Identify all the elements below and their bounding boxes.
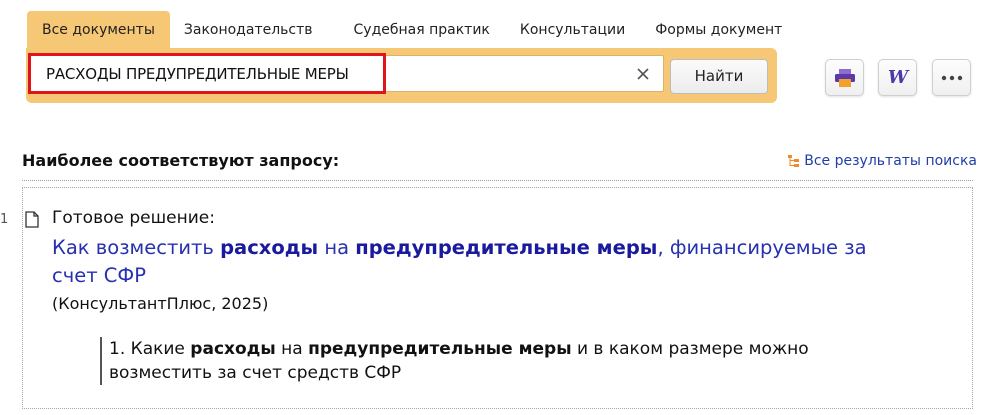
all-results-link[interactable]: Все результаты поиска [787,153,977,169]
search-input[interactable]: РАСХОДЫ ПРЕДУПРЕДИТЕЛЬНЫЕ МЕРЫ [46,56,626,93]
more-icon [941,75,962,80]
search-box[interactable]: РАСХОДЫ ПРЕДУПРЕДИТЕЛЬНЫЕ МЕРЫ [28,53,664,94]
result-title-link[interactable]: Как возместить расходы на предупредитель… [52,234,912,290]
printer-icon [834,68,855,87]
results-divider [22,180,973,181]
title-part: предупредительные меры [355,236,658,259]
result-source: (КонсультантПлюс, 2025) [52,294,269,313]
tab-consultations[interactable]: Консультации [505,11,640,49]
close-icon[interactable] [633,64,653,84]
tab-document-forms[interactable]: Формы документ [640,11,797,49]
search-panel: РАСХОДЫ ПРЕДУПРЕДИТЕЛЬНЫЕ МЕРЫ Найти [26,48,777,103]
tab-court-practice[interactable]: Судебная практик [339,11,505,49]
snippet-part: 1. Какие [109,339,191,359]
tab-all-documents[interactable]: Все документы [27,11,170,49]
more-button[interactable] [932,59,971,96]
result-snippet-link[interactable]: 1. Какие расходы на предупредительные ме… [100,337,880,385]
title-part: Как возместить [52,236,221,259]
snippet-part: на [275,339,309,359]
word-export-icon: W [887,67,908,88]
app-window: Все документы Законодательств Судебная п… [0,0,989,415]
results-title: Наиболее соответствуют запросу: [22,151,340,170]
document-icon [25,211,39,228]
tab-legislation[interactable]: Законодательств [170,11,339,49]
find-button[interactable]: Найти [670,59,768,94]
title-part: расходы [220,236,319,259]
title-part: на [318,236,356,259]
result-number: 1 [0,212,9,227]
result-type-label: Готовое решение: [52,208,215,228]
all-results-label: Все результаты поиска [804,153,977,169]
snippet-part: расходы [190,339,276,359]
export-word-button[interactable]: W [878,59,917,96]
snippet-part: предупредительные меры [308,339,572,359]
print-button[interactable] [825,59,864,96]
search-tabs: Все документы Законодательств Судебная п… [27,11,797,49]
tree-list-icon [788,155,800,167]
